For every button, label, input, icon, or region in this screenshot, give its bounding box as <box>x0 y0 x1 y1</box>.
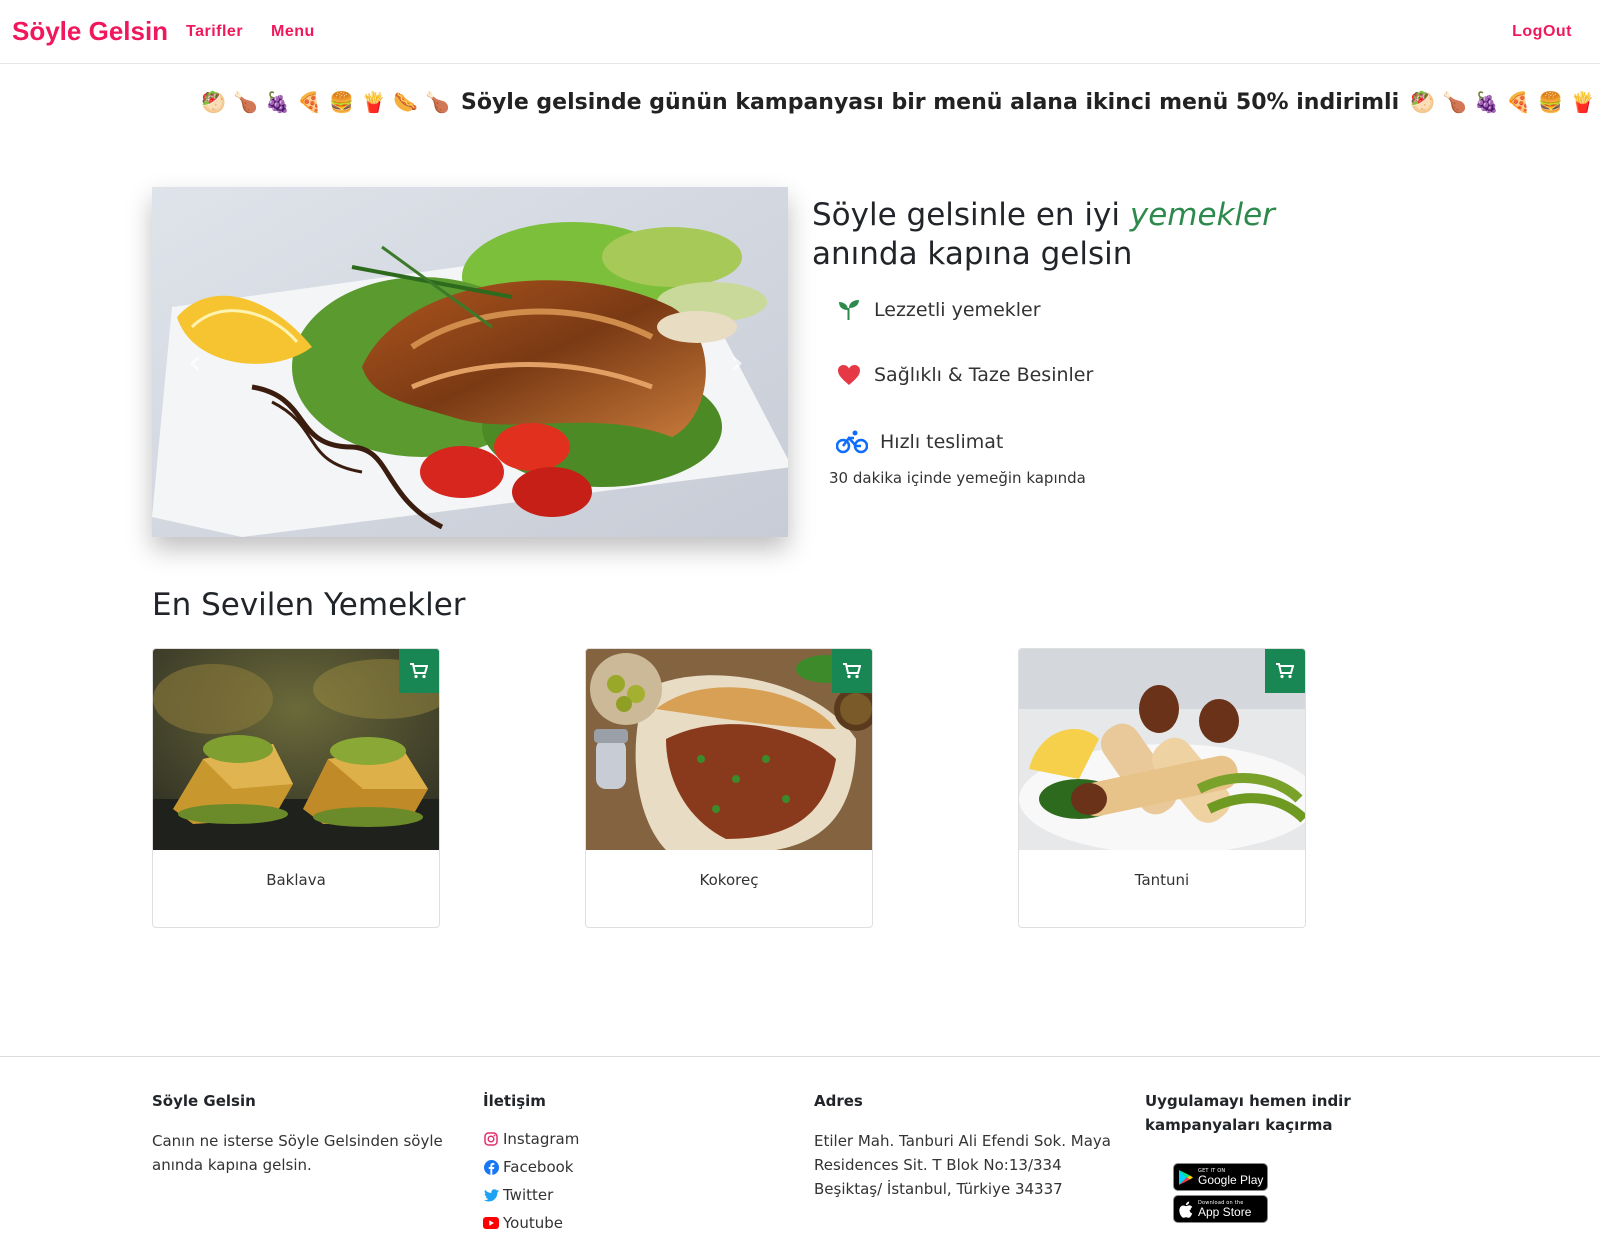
add-to-cart-button[interactable] <box>1265 649 1305 693</box>
footer-contact: İletişim Instagram Facebook Twitter Yout… <box>483 1089 733 1237</box>
google-play-badge[interactable]: GET IT ON Google Play <box>1173 1163 1268 1191</box>
hero-title-pre: Söyle gelsinle en iyi <box>812 197 1120 233</box>
instagram-icon <box>483 1131 499 1147</box>
facebook-label: Facebook <box>503 1158 574 1176</box>
tantuni-image <box>1019 649 1305 854</box>
food-name: Tantuni <box>1134 871 1190 889</box>
twitter-label: Twitter <box>503 1186 554 1204</box>
feature-label: Lezzetli yemekler <box>874 299 1041 321</box>
baklava-image <box>153 649 439 850</box>
instagram-link[interactable]: Instagram <box>483 1125 733 1153</box>
brand-logo[interactable]: Söyle Gelsin <box>12 16 168 47</box>
footer-about: Söyle Gelsin Canın ne isterse Söyle Gels… <box>152 1089 452 1177</box>
hotdog-icon: 🌭 <box>393 90 418 114</box>
navbar: Söyle Gelsin Tarifler Menu LogOut <box>0 0 1600 64</box>
campaign-marquee: 🥙 🍗 🍇 🍕 🍔 🍟 🌭 🍗 Söyle gelsinde günün kam… <box>200 84 1595 120</box>
footer-address-title: Adres <box>814 1092 863 1110</box>
food-card[interactable]: Tantuni <box>1018 648 1306 928</box>
drumstick-icon: 🍗 <box>1442 90 1468 114</box>
section-title: En Sevilen Yemekler <box>152 587 466 623</box>
footer-divider <box>0 1056 1600 1057</box>
feature-healthy: Sağlıklı & Taze Besinler <box>836 362 1093 388</box>
delivery-note: 30 dakika içinde yemeğin kapında <box>829 469 1086 487</box>
fries-icon: 🍟 <box>1570 90 1596 114</box>
feature-label: Sağlıklı & Taze Besinler <box>874 364 1094 386</box>
heart-icon <box>836 362 862 388</box>
drumstick-icon: 🍗 <box>233 90 258 114</box>
cart-icon <box>410 663 428 679</box>
salmon-plate-image <box>152 187 788 537</box>
bicycle-icon <box>836 429 868 455</box>
google-play-icon <box>1174 1169 1198 1186</box>
grapes-icon: 🍇 <box>265 90 290 114</box>
seedling-icon <box>836 297 862 323</box>
burger-icon: 🍔 <box>1538 90 1564 114</box>
pizza-icon: 🍕 <box>1506 90 1532 114</box>
facebook-icon <box>483 1159 499 1175</box>
burrito-icon: 🥙 <box>1410 90 1436 114</box>
app-store-big: App Store <box>1198 1204 1252 1219</box>
footer-address: Adres Etiler Mah. Tanburi Ali Efendi Sok… <box>814 1089 1124 1201</box>
food-card[interactable]: Baklava <box>152 648 440 928</box>
campaign-text: Söyle gelsinde günün kampanyası bir menü… <box>461 89 1400 115</box>
nav-link-menu[interactable]: Menu <box>271 23 315 41</box>
twitter-link[interactable]: Twitter <box>483 1181 733 1209</box>
logout-link[interactable]: LogOut <box>1512 23 1572 41</box>
pizza-icon: 🍕 <box>297 90 322 114</box>
carousel-prev-button[interactable]: ‹ <box>180 342 210 383</box>
food-card[interactable]: Kokoreç <box>585 648 873 928</box>
kokorec-image <box>586 649 872 850</box>
feature-tasty: Lezzetli yemekler <box>836 297 1041 323</box>
footer-app: Uygulamayı hemen indir kampanyaları kaçı… <box>1145 1089 1455 1137</box>
fries-icon: 🍟 <box>361 90 386 114</box>
instagram-label: Instagram <box>503 1130 580 1148</box>
youtube-icon <box>483 1215 499 1231</box>
food-name: Baklava <box>266 871 326 889</box>
app-store-badge[interactable]: Download on the App Store <box>1173 1195 1268 1223</box>
add-to-cart-button[interactable] <box>399 649 439 693</box>
app-store-text: Download on the App Store <box>1198 1200 1252 1219</box>
drumstick-icon: 🍗 <box>425 90 450 114</box>
burger-icon: 🍔 <box>329 90 354 114</box>
cart-icon <box>1276 663 1294 679</box>
footer-brand-text: Canın ne isterse Söyle Gelsinden söyle a… <box>152 1132 443 1174</box>
add-to-cart-button[interactable] <box>832 649 872 693</box>
hero-title-accent: yemekler <box>1129 197 1275 233</box>
emoji-row-right: 🥙 🍗 🍇 🍕 🍔 🍟 🌭 🍗 <box>1409 89 1600 116</box>
nav-link-tarifler[interactable]: Tarifler <box>186 23 243 41</box>
cart-icon <box>843 663 861 679</box>
hero-carousel: ‹ › <box>152 187 788 537</box>
hero-title-post: anında kapına gelsin <box>812 236 1133 272</box>
social-links: Instagram Facebook Twitter Youtube <box>483 1125 733 1237</box>
youtube-label: Youtube <box>503 1214 563 1232</box>
emoji-row-left: 🥙 🍗 🍇 🍕 🍔 🍟 🌭 🍗 <box>200 89 451 116</box>
carousel-next-button[interactable]: › <box>722 342 752 383</box>
footer-address-text: Etiler Mah. Tanburi Ali Efendi Sok. Maya… <box>814 1132 1111 1198</box>
footer-contact-title: İletişim <box>483 1092 546 1110</box>
google-play-big: Google Play <box>1198 1172 1264 1187</box>
hero-title: Söyle gelsinle en iyi yemekler anında ka… <box>812 196 1372 274</box>
feature-fast-delivery: Hızlı teslimat <box>836 429 1003 455</box>
food-name: Kokoreç <box>699 871 759 889</box>
twitter-icon <box>483 1187 499 1203</box>
youtube-link[interactable]: Youtube <box>483 1209 733 1237</box>
google-play-text: GET IT ON Google Play <box>1198 1168 1264 1187</box>
footer-app-title: Uygulamayı hemen indir kampanyaları kaçı… <box>1145 1092 1351 1134</box>
grapes-icon: 🍇 <box>1474 90 1500 114</box>
burrito-icon: 🥙 <box>201 90 226 114</box>
facebook-link[interactable]: Facebook <box>483 1153 733 1181</box>
footer-brand-title: Söyle Gelsin <box>152 1092 256 1110</box>
feature-label: Hızlı teslimat <box>880 431 1004 453</box>
apple-icon <box>1174 1201 1198 1218</box>
